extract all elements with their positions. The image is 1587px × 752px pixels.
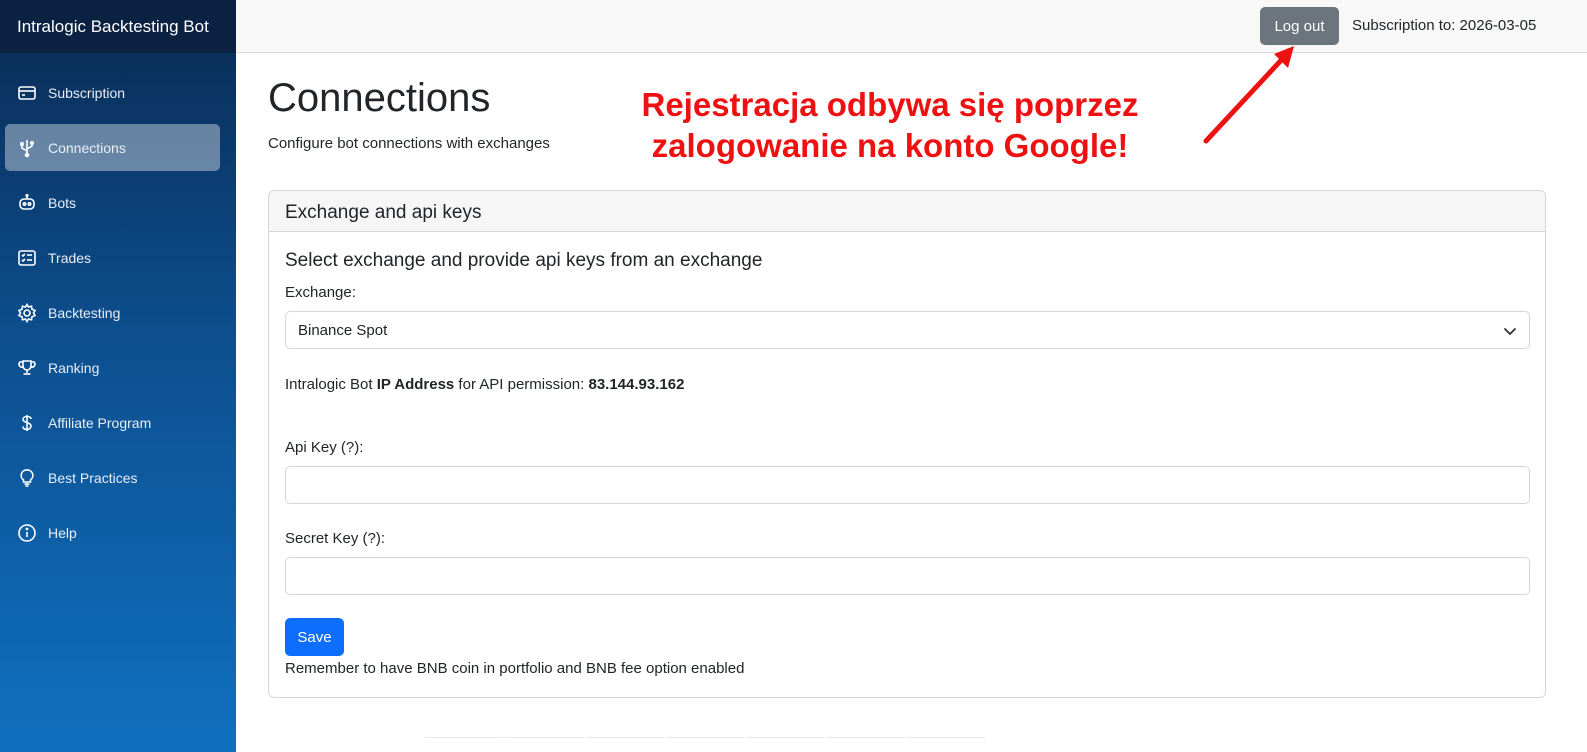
footer-segment <box>425 737 504 743</box>
subscription-status: Subscription to: 2026-03-05 <box>1352 17 1537 34</box>
sidebar-item-backtesting[interactable]: Backtesting <box>5 289 220 336</box>
sidebar-item-trades[interactable]: Trades <box>5 234 220 281</box>
sidebar-item-label: Help <box>48 524 77 541</box>
exchange-card: Exchange and api keys Select exchange an… <box>268 190 1546 698</box>
exchange-select-value: Binance Spot <box>298 321 388 339</box>
ip-prefix: Intralogic Bot <box>285 376 377 393</box>
sidebar: Intralogic Backtesting Bot Subscription … <box>0 0 236 752</box>
footer-segment <box>906 737 985 743</box>
secret-key-label[interactable]: Secret Key (?): <box>285 530 1529 547</box>
annotation-line-1: Rejestracja odbywa się poprzez <box>641 86 1139 123</box>
card-header: Exchange and api keys <box>269 191 1545 232</box>
footer-segment <box>585 737 664 743</box>
sidebar-item-connections[interactable]: Connections <box>5 124 220 171</box>
ip-info: Intralogic Bot IP Address for API permis… <box>285 376 1529 393</box>
ip-middle: for API permission: <box>454 376 589 393</box>
footer-segment <box>505 737 584 743</box>
sidebar-item-best-practices[interactable]: Best Practices <box>5 454 220 501</box>
card-title: Select exchange and provide api keys fro… <box>285 250 763 271</box>
exchange-select[interactable]: Binance Spot <box>285 311 1530 349</box>
sidebar-item-label: Affiliate Program <box>48 414 152 431</box>
sidebar-item-subscription[interactable]: Subscription <box>5 69 220 116</box>
ip-address-value: 83.144.93.162 <box>588 376 685 393</box>
ip-bold-label: IP Address <box>376 376 455 393</box>
bnb-note: Remember to have BNB coin in portfolio a… <box>285 660 745 677</box>
sidebar-item-bots[interactable]: Bots <box>5 179 220 226</box>
exchange-label: Exchange: <box>285 284 356 301</box>
sidebar-nav: Subscription Connections Bots Trades Bac… <box>0 53 236 556</box>
sidebar-item-label: Trades <box>48 249 92 266</box>
api-key-input[interactable] <box>285 466 1530 504</box>
save-button[interactable]: Save <box>285 618 344 656</box>
list-check-icon <box>16 247 38 269</box>
trophy-icon <box>16 357 38 379</box>
card-body: Select exchange and provide api keys fro… <box>269 232 1545 693</box>
sidebar-item-ranking[interactable]: Ranking <box>5 344 220 391</box>
sidebar-item-label: Backtesting <box>48 304 121 321</box>
footer-segment <box>665 737 745 743</box>
sidebar-item-label: Ranking <box>48 359 100 376</box>
sidebar-item-affiliate-program[interactable]: Affiliate Program <box>5 399 220 446</box>
sidebar-item-label: Subscription <box>48 84 126 101</box>
annotation-line-2: zalogowanie na konto Google! <box>651 127 1129 164</box>
dollar-icon <box>16 412 38 434</box>
sidebar-item-label: Best Practices <box>48 469 138 486</box>
credit-card-icon <box>16 82 38 104</box>
sidebar-item-label: Connections <box>48 139 126 156</box>
footer-segment <box>826 737 905 743</box>
gear-icon <box>16 302 38 324</box>
sidebar-item-label: Bots <box>48 194 77 211</box>
sidebar-item-help[interactable]: Help <box>5 509 220 556</box>
top-bar: Log out Subscription to: 2026-03-05 <box>236 0 1587 53</box>
robot-icon <box>16 192 38 214</box>
lightbulb-icon <box>16 467 38 489</box>
footer-segment <box>746 737 825 743</box>
secret-key-input[interactable] <box>285 557 1530 595</box>
annotation-arrow-icon <box>1203 46 1294 144</box>
api-key-label[interactable]: Api Key (?): <box>285 439 1529 456</box>
usb-plug-icon <box>16 137 38 159</box>
footer-strip <box>425 737 985 743</box>
annotation-text: Rejestracja odbywa się poprzez zalogowan… <box>600 84 1180 166</box>
brand-title[interactable]: Intralogic Backtesting Bot <box>0 0 236 53</box>
chevron-down-icon <box>1504 328 1516 335</box>
info-icon <box>16 522 38 544</box>
